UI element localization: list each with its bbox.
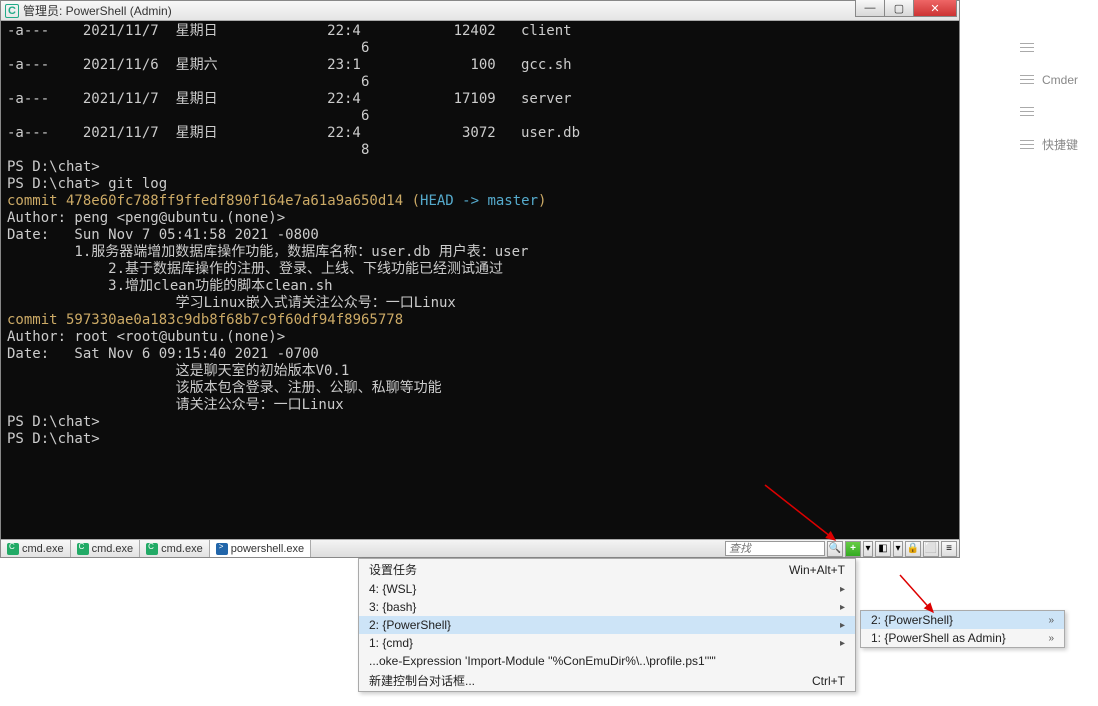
submenu-item[interactable]: 1: {PowerShell as Admin}» xyxy=(861,629,1064,647)
maximize-button[interactable]: ▢ xyxy=(884,0,914,17)
menu-item[interactable]: 2: {PowerShell}▸ xyxy=(359,616,855,634)
search-icon[interactable]: 🔍 xyxy=(827,541,843,557)
side-label: Cmder xyxy=(1042,73,1078,87)
new-tab-button[interactable]: + xyxy=(845,541,861,557)
side-item-cmder[interactable]: Cmder xyxy=(1020,72,1078,87)
powershell-submenu: 2: {PowerShell}»1: {PowerShell as Admin}… xyxy=(860,610,1065,648)
side-label: 快捷键 xyxy=(1042,136,1078,153)
window: C 管理员: PowerShell (Admin) — ▢ ✕ -a--- 20… xyxy=(0,0,960,558)
new-tab-dropdown[interactable]: ▾ xyxy=(863,541,873,557)
side-item-shortcut[interactable]: 快捷键 xyxy=(1020,136,1078,153)
tab-label: powershell.exe xyxy=(231,543,304,555)
chevron-right-icon: » xyxy=(1048,633,1054,644)
tab-label: cmd.exe xyxy=(22,543,64,555)
side-item[interactable] xyxy=(1020,104,1042,119)
tasks-menu: 设置任务 Win+Alt+T 4: {WSL}▸3: {bash}▸2: {Po… xyxy=(358,558,856,692)
tab-label: cmd.exe xyxy=(161,543,203,555)
tab-cmd-exe[interactable]: cmd.exe xyxy=(140,540,210,557)
titlebar[interactable]: C 管理员: PowerShell (Admin) — ▢ ✕ xyxy=(1,1,959,21)
close-button[interactable]: ✕ xyxy=(913,0,957,17)
menu-item[interactable]: ...oke-Expression 'Import-Module ''%ConE… xyxy=(359,652,855,670)
lock-icon[interactable]: 🔒 xyxy=(905,541,921,557)
search-input[interactable] xyxy=(725,541,825,556)
cmd-icon xyxy=(77,543,89,555)
ps-icon xyxy=(216,543,228,555)
window-mode-button[interactable]: ◧ xyxy=(875,541,891,557)
tab-powershell-exe[interactable]: powershell.exe xyxy=(210,540,311,557)
chevron-right-icon: ▸ xyxy=(840,602,845,613)
menu-item[interactable]: 4: {WSL}▸ xyxy=(359,580,855,598)
menu-item[interactable]: 1: {cmd}▸ xyxy=(359,634,855,652)
terminal-output[interactable]: -a--- 2021/11/7 星期日 22:4 12402 client 6-… xyxy=(1,21,959,539)
cmd-icon xyxy=(146,543,158,555)
minimize-button[interactable]: — xyxy=(855,0,885,17)
side-item[interactable] xyxy=(1020,40,1042,55)
menu-icon[interactable]: ≡ xyxy=(941,541,957,557)
app-icon: C xyxy=(5,4,19,18)
menu-header[interactable]: 设置任务 Win+Alt+T xyxy=(359,559,855,580)
tab-cmd-exe[interactable]: cmd.exe xyxy=(71,540,141,557)
tab-label: cmd.exe xyxy=(92,543,134,555)
chevron-right-icon: ▸ xyxy=(840,638,845,649)
menu-item[interactable]: 3: {bash}▸ xyxy=(359,598,855,616)
tab-cmd-exe[interactable]: cmd.exe xyxy=(1,540,71,557)
chevron-right-icon: » xyxy=(1048,615,1054,626)
submenu-item[interactable]: 2: {PowerShell}» xyxy=(861,611,1064,629)
window-title: 管理员: PowerShell (Admin) xyxy=(23,2,172,19)
window-mode-dropdown[interactable]: ▾ xyxy=(893,541,903,557)
maximize-icon[interactable]: ⬜ xyxy=(923,541,939,557)
cmd-icon xyxy=(7,543,19,555)
menu-item[interactable]: 新建控制台对话框...Ctrl+T xyxy=(359,670,855,691)
tabbar: cmd.execmd.execmd.exepowershell.exe 🔍 + … xyxy=(1,539,959,557)
chevron-right-icon: ▸ xyxy=(840,584,845,595)
chevron-right-icon: ▸ xyxy=(840,620,845,631)
